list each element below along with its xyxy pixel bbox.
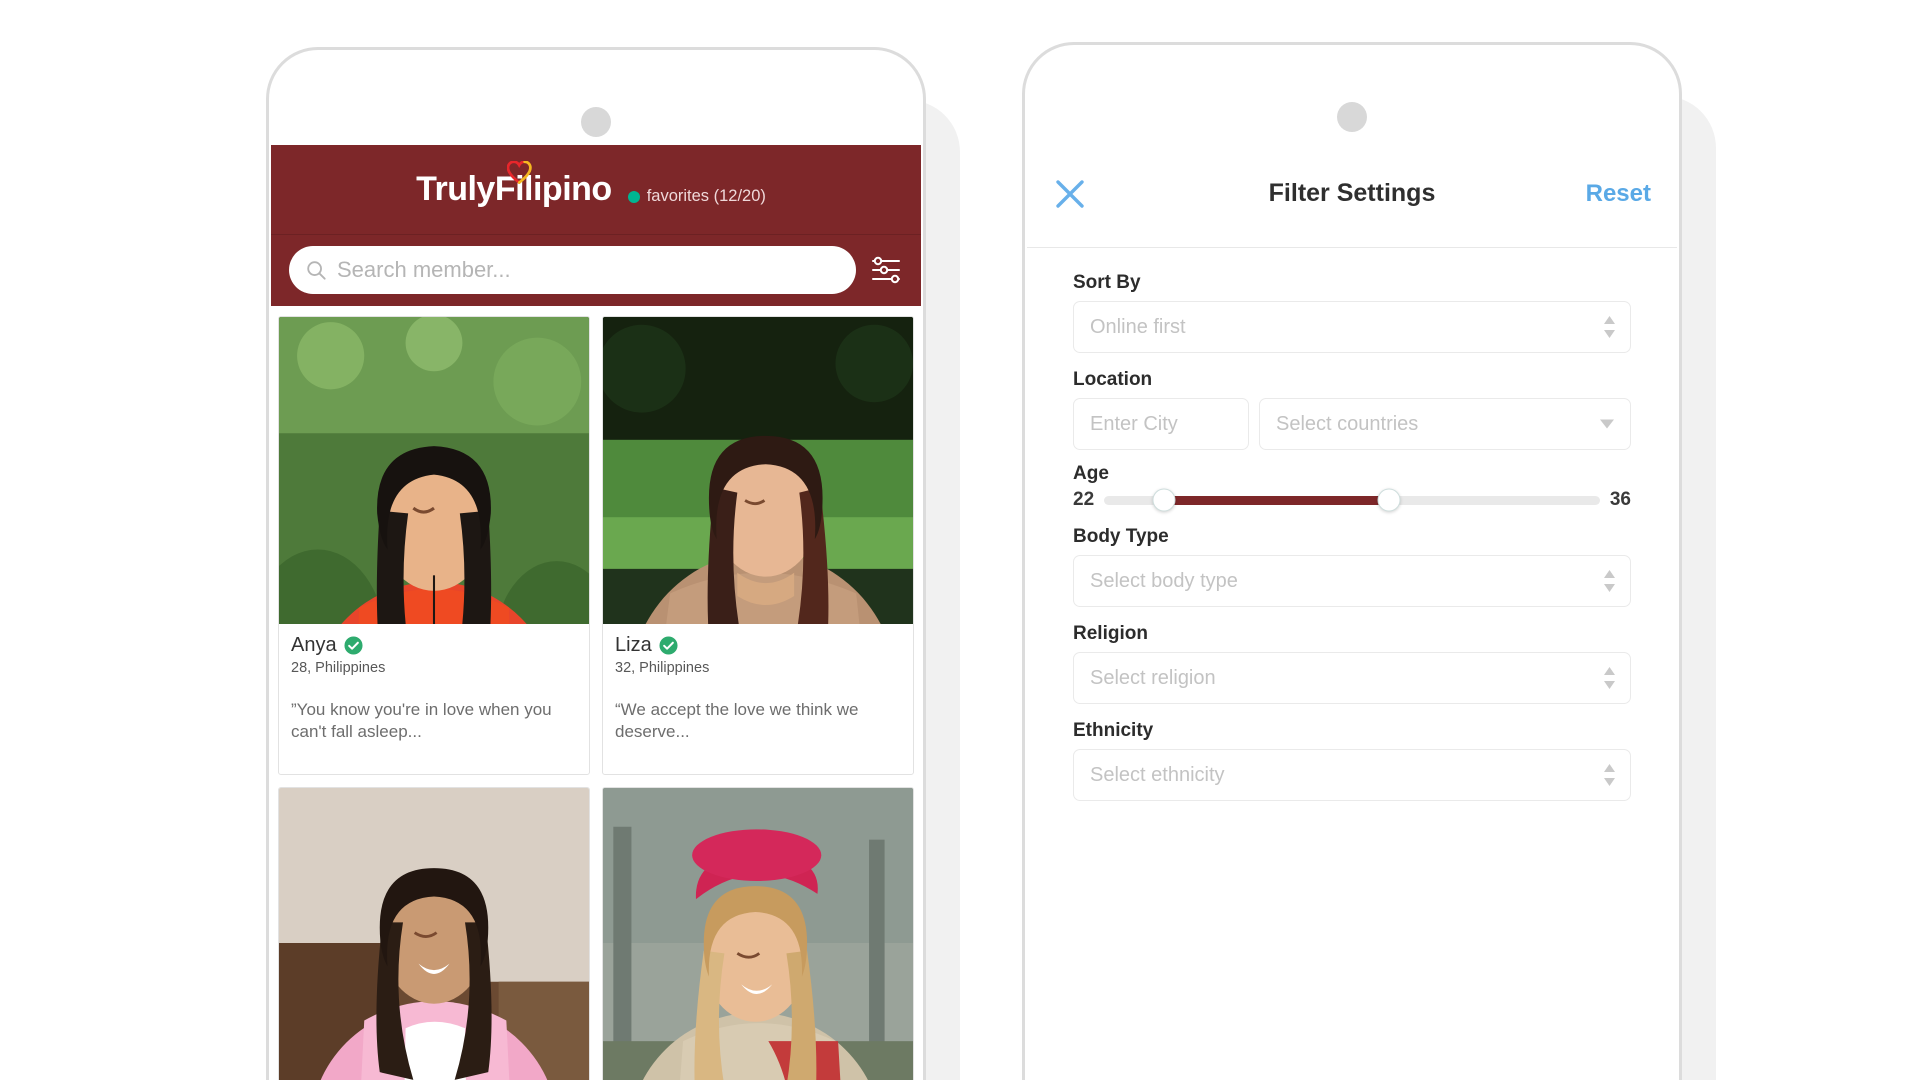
member-card[interactable]: Anya 28, Philippines ”You know you're in… — [278, 316, 590, 775]
member-name: Anya — [291, 634, 337, 656]
member-browse-screen: TrulyFilipino favorites (12/20) Search m… — [271, 145, 921, 1080]
member-card-body: Anya 28, Philippines ”You know you're in… — [279, 624, 589, 774]
location-label: Location — [1073, 369, 1153, 390]
religion-label: Religion — [1073, 623, 1148, 644]
search-icon — [307, 261, 326, 280]
stepper-arrows-icon — [1604, 316, 1615, 338]
countries-placeholder: Select countries — [1276, 412, 1419, 435]
chevron-down-icon — [1600, 419, 1614, 429]
member-quote: ”You know you're in love when you can't … — [291, 700, 552, 742]
photo-maria — [279, 788, 589, 1080]
search-placeholder: Search member... — [337, 257, 511, 282]
age-label: Age — [1073, 463, 1109, 484]
sort-by-label: Sort By — [1073, 272, 1141, 293]
search-row: Search member... — [271, 235, 921, 305]
stepper-arrows-icon — [1604, 667, 1615, 689]
filter-form: Sort By Online first Location Enter City — [1027, 248, 1677, 801]
sort-by-value: Online first — [1090, 315, 1186, 338]
filter-header: Filter Settings Reset — [1027, 140, 1677, 248]
member-card-body: Liza 32, Philippines “We accept the love… — [603, 624, 913, 774]
body-type-value: Select body type — [1090, 569, 1238, 592]
member-meta: 32, Philippines — [615, 660, 710, 676]
sort-by-select[interactable]: Online first — [1073, 301, 1631, 353]
member-name: Liza — [615, 634, 652, 656]
age-min-value: 22 — [1073, 489, 1095, 510]
heart-icon — [507, 161, 532, 184]
member-card[interactable]: Liza 32, Philippines “We accept the love… — [602, 316, 914, 775]
ethnicity-label: Ethnicity — [1073, 720, 1154, 741]
age-max-value: 36 — [1609, 489, 1631, 510]
member-photo[interactable] — [279, 317, 589, 624]
photo-liza — [603, 317, 913, 624]
photo-anya — [279, 317, 589, 624]
right-phone-frame: Filter Settings Reset Sort By Online fir… — [1022, 42, 1682, 1080]
slider-active-range — [1163, 495, 1390, 505]
page-title: Filter Settings — [1268, 179, 1436, 207]
religion-value: Select religion — [1090, 666, 1216, 689]
member-name-row: Liza — [615, 634, 901, 657]
verified-badge-icon — [659, 636, 678, 655]
sliders-icon[interactable] — [869, 253, 903, 287]
photo-bea — [603, 788, 913, 1080]
member-photo[interactable] — [279, 788, 589, 1080]
front-camera-icon — [581, 107, 611, 137]
member-quote: “We accept the love we think we deserve.… — [615, 700, 859, 742]
member-photo[interactable] — [603, 788, 913, 1080]
app-header: TrulyFilipino favorites (12/20) Search m… — [271, 145, 921, 306]
member-card-grid: Anya 28, Philippines ”You know you're in… — [271, 306, 921, 1080]
city-placeholder: Enter City — [1090, 412, 1178, 435]
front-camera-icon — [1337, 102, 1367, 132]
favorites-count-label: favorites (12/20) — [646, 187, 766, 205]
verified-badge-icon — [344, 636, 363, 655]
member-card[interactable]: Maria — [278, 787, 590, 1080]
location-row: Enter City Select countries — [1073, 398, 1631, 450]
slider-handle-max[interactable] — [1377, 488, 1401, 512]
slider-handle-min[interactable] — [1152, 488, 1176, 512]
reset-button[interactable]: Reset — [1586, 180, 1651, 208]
religion-select[interactable]: Select religion — [1073, 652, 1631, 704]
search-input[interactable]: Search member... — [289, 246, 856, 294]
age-range-slider[interactable]: 22 36 — [1073, 488, 1631, 512]
left-phone-frame: TrulyFilipino favorites (12/20) Search m… — [266, 47, 926, 1080]
ethnicity-select[interactable]: Select ethnicity — [1073, 749, 1631, 801]
member-photo[interactable] — [603, 317, 913, 624]
slider-track[interactable] — [1104, 488, 1600, 512]
stepper-arrows-icon — [1604, 570, 1615, 592]
online-status-dot-icon — [627, 190, 640, 203]
filter-settings-screen: Filter Settings Reset Sort By Online fir… — [1027, 140, 1677, 1080]
app-logo: TrulyFilipino — [416, 161, 612, 209]
member-name-row: Anya — [291, 634, 577, 657]
body-type-label: Body Type — [1073, 526, 1169, 547]
close-x-icon[interactable] — [1053, 177, 1087, 211]
ethnicity-value: Select ethnicity — [1090, 763, 1225, 786]
countries-select[interactable]: Select countries — [1259, 398, 1631, 450]
stepper-arrows-icon — [1604, 764, 1615, 786]
brand-row: TrulyFilipino favorites (12/20) — [271, 145, 921, 235]
screenshot-root: TrulyFilipino favorites (12/20) Search m… — [0, 0, 1920, 1080]
member-meta: 28, Philippines — [291, 660, 386, 676]
city-input[interactable]: Enter City — [1073, 398, 1249, 450]
body-type-select[interactable]: Select body type — [1073, 555, 1631, 607]
favorites-indicator[interactable]: favorites (12/20) — [627, 187, 766, 206]
member-card[interactable]: Bea — [602, 787, 914, 1080]
